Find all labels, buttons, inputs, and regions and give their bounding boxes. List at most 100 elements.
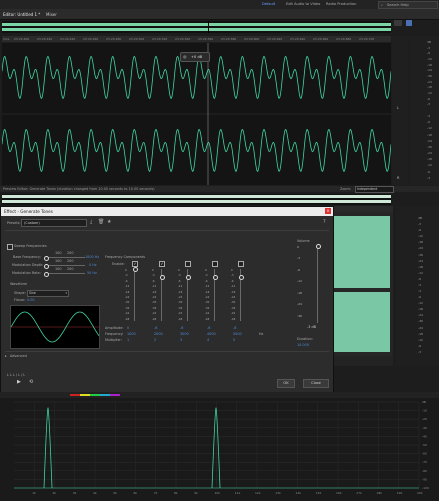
search-help-input[interactable]: ⌕ Search Help	[378, 1, 438, 9]
y-tick-label: -100	[422, 486, 429, 490]
db-tick: -18	[297, 290, 302, 295]
db-tick: -18	[427, 62, 432, 67]
amplitude-value[interactable]: -6	[233, 326, 236, 330]
duration-value[interactable]: 10.000	[297, 343, 309, 347]
db-tick: -18	[418, 307, 423, 312]
db-tick: -3	[427, 114, 430, 118]
component-scale-tick: -42	[125, 312, 130, 316]
amplitude-value[interactable]: -6	[207, 326, 210, 330]
component-scale-tick: -24	[152, 296, 157, 299]
component-enable-checkbox[interactable]	[185, 261, 191, 267]
x-tick-label: 12k	[255, 491, 261, 495]
advanced-label[interactable]: Advanced	[10, 354, 27, 358]
overview-bar[interactable]	[2, 21, 391, 33]
component-scale-tick: -48	[205, 317, 210, 321]
db-tick: -3	[297, 256, 300, 261]
db-tick: -3	[418, 289, 421, 294]
zoom-select[interactable]: Independent	[355, 186, 394, 193]
db-tick: dB	[427, 40, 431, 44]
x-tick-label: 8k	[174, 491, 178, 495]
preview-overview[interactable]	[2, 194, 391, 205]
component-scale-tick: -42	[152, 312, 157, 316]
frequency-value[interactable]: 4000	[207, 332, 216, 336]
db-tick: -12	[427, 163, 432, 168]
x-tick-label: 16k	[336, 491, 342, 495]
zoom-out-icon[interactable]	[394, 20, 402, 26]
component-scale-tick: -48	[125, 317, 130, 321]
waveform-display[interactable]: ◎ +0 dB	[1, 43, 392, 185]
component-scale-tick: -6	[205, 279, 208, 283]
y-tick-label: -90	[422, 477, 427, 481]
tab-mixer[interactable]: Mixer	[46, 11, 57, 18]
db-tick: -36	[418, 252, 423, 257]
component-enable-checkbox[interactable]	[212, 261, 218, 267]
component-scale-tick: -36	[125, 306, 130, 310]
component-scale-tick: -24	[231, 296, 236, 299]
volume-slider[interactable]	[317, 247, 318, 323]
channel-controls: L R	[392, 36, 408, 185]
multiplier-value[interactable]: 5	[233, 338, 235, 342]
ruler-tick: 23:20.600	[244, 37, 260, 41]
db-tick: -6	[427, 96, 430, 101]
frequency-value[interactable]: 1000	[127, 332, 136, 336]
ruler-tick: 23:20.520	[152, 37, 168, 41]
frequency-value[interactable]: 3000	[180, 332, 189, 336]
component-amplitude-knob[interactable]	[212, 275, 218, 280]
component-enable-checkbox[interactable]	[238, 261, 244, 267]
zoom-in-icon[interactable]	[406, 20, 412, 26]
channel-map-label: L L L / L / L	[7, 373, 26, 377]
component-enable-checkbox[interactable]: ✓	[159, 261, 165, 267]
timeline-ruler[interactable]: hms 23:20.400 23:20.420 23:20.440 23:20.…	[2, 36, 391, 42]
db-tick: -36	[427, 144, 432, 149]
y-tick-label: -60	[422, 452, 427, 456]
component-scale-tick: -24	[125, 296, 130, 299]
x-tick-label: 13k	[275, 491, 281, 495]
hud-gain-control[interactable]: ◎ +0 dB	[180, 52, 210, 62]
zoom-label: Zoom:	[340, 187, 351, 191]
component-amplitude-knob[interactable]	[185, 275, 191, 280]
close-button[interactable]: Close	[303, 379, 329, 388]
component-scale-tick: -12	[178, 285, 183, 289]
db-tick: -12	[418, 234, 423, 239]
preview-zoom-tools[interactable]	[333, 356, 393, 366]
tab-editor[interactable]: Editor: Untitled 1 *	[3, 11, 40, 18]
frequency-value[interactable]: 5000	[233, 332, 242, 336]
multiplier-value[interactable]: 2	[154, 338, 156, 342]
component-amplitude-knob[interactable]	[132, 267, 138, 272]
amplitude-value[interactable]: -6	[180, 326, 183, 330]
ok-button[interactable]: OK	[277, 379, 295, 388]
workspace-radio-production[interactable]: Radio Production	[326, 1, 356, 7]
waveform-svg	[1, 43, 392, 185]
component-scale-tick: -3	[152, 274, 155, 278]
db-tick: -36	[427, 74, 432, 78]
frequency-value[interactable]: 2000	[154, 332, 163, 336]
multiplier-value[interactable]: 1	[127, 338, 129, 342]
loop-icon[interactable]: ⟲	[29, 379, 33, 385]
x-tick-label: 9k	[194, 491, 198, 495]
db-tick: 0	[297, 245, 299, 249]
workspace-default[interactable]: Default	[262, 1, 275, 7]
play-icon[interactable]: ▶	[17, 379, 21, 385]
volume-value[interactable]: -3 dB	[307, 325, 316, 329]
component-amplitude-knob[interactable]	[238, 275, 244, 280]
amplitude-value[interactable]: -6	[154, 326, 157, 330]
db-tick: -24	[427, 68, 432, 73]
component-amplitude-knob[interactable]	[159, 275, 165, 280]
workspace-edit-audio-video[interactable]: Edit Audio to Video	[286, 1, 320, 7]
advanced-toggle-icon[interactable]: ▸	[5, 354, 7, 358]
component-scale-tick: -12	[205, 285, 210, 289]
component-amplitude-slider[interactable]	[134, 269, 135, 321]
multiplier-value[interactable]: 3	[180, 338, 182, 342]
volume-knob[interactable]	[315, 244, 321, 249]
component-scale-tick: -30	[152, 301, 157, 305]
x-tick-label: 2k	[53, 491, 57, 495]
amplitude-value[interactable]: 0	[127, 326, 129, 330]
component-scale-tick: -30	[125, 301, 130, 305]
component-scale-tick: -6	[125, 279, 128, 283]
multiplier-value[interactable]: 4	[207, 338, 209, 342]
component-scale-tick: -6	[178, 279, 181, 283]
db-tick: -6	[297, 267, 300, 272]
component-scale-tick: -42	[178, 312, 183, 316]
frequency-analysis-svg: dB -10 -20 -30 -40 -50 -60 -70 -80 -90 -100 1k 2k 3k 4…	[14, 400, 429, 495]
preview-waveform-area[interactable]	[333, 206, 393, 366]
